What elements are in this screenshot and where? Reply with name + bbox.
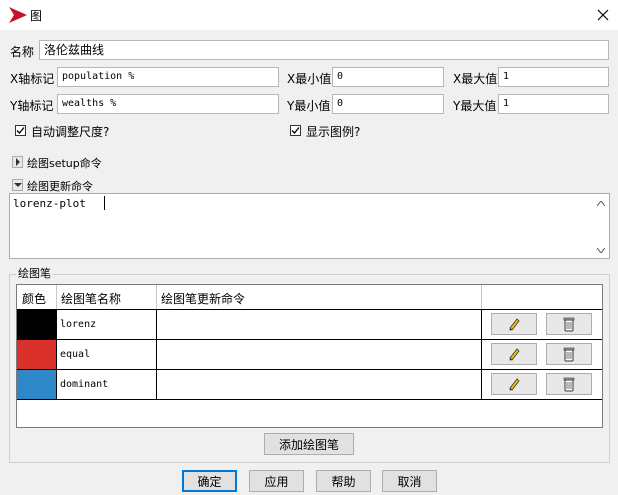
update-commands-label[interactable]: 绘图更新命令 (27, 178, 93, 194)
column-header-color: 颜色 (22, 292, 47, 306)
column-header-update-command: 绘图笔更新命令 (161, 292, 246, 306)
legend-label: 显示图例? (306, 125, 361, 139)
name-label: 名称 (10, 45, 35, 59)
scroll-down-icon[interactable] (595, 244, 607, 256)
pen-name[interactable]: dominant (60, 379, 108, 390)
xmax-field[interactable]: 1 (498, 67, 609, 87)
close-icon[interactable] (588, 0, 618, 30)
pens-group-label: 绘图笔 (16, 265, 53, 281)
cancel-button[interactable]: 取消 (382, 470, 437, 492)
xmax-label: X最大值 (453, 72, 498, 86)
title-bar (0, 0, 618, 30)
pen-color-swatch[interactable] (17, 310, 56, 339)
edit-pen-button[interactable] (491, 373, 537, 395)
ok-button[interactable]: 确定 (182, 470, 237, 492)
edit-pen-button[interactable] (491, 343, 537, 365)
delete-pen-button[interactable] (546, 313, 592, 335)
add-pen-button[interactable]: 添加绘图笔 (264, 433, 354, 455)
text-cursor (104, 196, 105, 210)
ylabel-field[interactable]: wealths % (57, 94, 279, 114)
netlogo-arrow-icon (8, 6, 28, 24)
window-title: 图 (30, 9, 43, 23)
help-button[interactable]: 帮助 (316, 470, 371, 492)
trash-icon (563, 377, 575, 391)
name-field[interactable]: 洛伦兹曲线 (39, 40, 609, 60)
trash-icon (563, 347, 575, 361)
pen-update-command[interactable] (157, 370, 481, 399)
pencil-icon (509, 318, 520, 331)
delete-pen-button[interactable] (546, 343, 592, 365)
ymin-field[interactable]: 0 (332, 94, 444, 114)
autoscale-checkbox[interactable] (15, 125, 26, 136)
pen-name[interactable]: lorenz (60, 319, 96, 330)
ymax-field[interactable]: 1 (498, 94, 609, 114)
pen-color-swatch[interactable] (17, 340, 56, 369)
edit-pen-button[interactable] (491, 313, 537, 335)
update-expand-toggle[interactable] (12, 179, 23, 191)
ymax-label: Y最大值 (453, 99, 497, 113)
ymin-label: Y最小值 (287, 99, 331, 113)
legend-checkbox[interactable] (290, 125, 301, 136)
autoscale-label: 自动调整尺度? (31, 125, 110, 139)
setup-expand-toggle[interactable] (12, 156, 23, 168)
pen-name[interactable]: equal (60, 349, 90, 360)
xmin-field[interactable]: 0 (332, 67, 444, 87)
delete-pen-button[interactable] (546, 373, 592, 395)
pencil-icon (509, 378, 520, 391)
xmin-label: X最小值 (287, 72, 332, 86)
apply-button[interactable]: 应用 (249, 470, 304, 492)
update-code-editor[interactable] (9, 193, 610, 259)
pen-update-command[interactable] (157, 340, 481, 369)
trash-icon (563, 317, 575, 331)
xlabel-field[interactable]: population % (57, 67, 279, 87)
pen-update-command[interactable] (157, 310, 481, 339)
setup-commands-label[interactable]: 绘图setup命令 (27, 155, 102, 171)
xlabel-label: X轴标记 (10, 72, 55, 86)
ylabel-label: Y轴标记 (10, 99, 54, 113)
pencil-icon (509, 348, 520, 361)
update-code-text: lorenz-plot (13, 197, 86, 210)
scroll-up-icon[interactable] (595, 197, 607, 209)
pen-color-swatch[interactable] (17, 370, 56, 399)
column-header-pen-name: 绘图笔名称 (61, 292, 122, 306)
